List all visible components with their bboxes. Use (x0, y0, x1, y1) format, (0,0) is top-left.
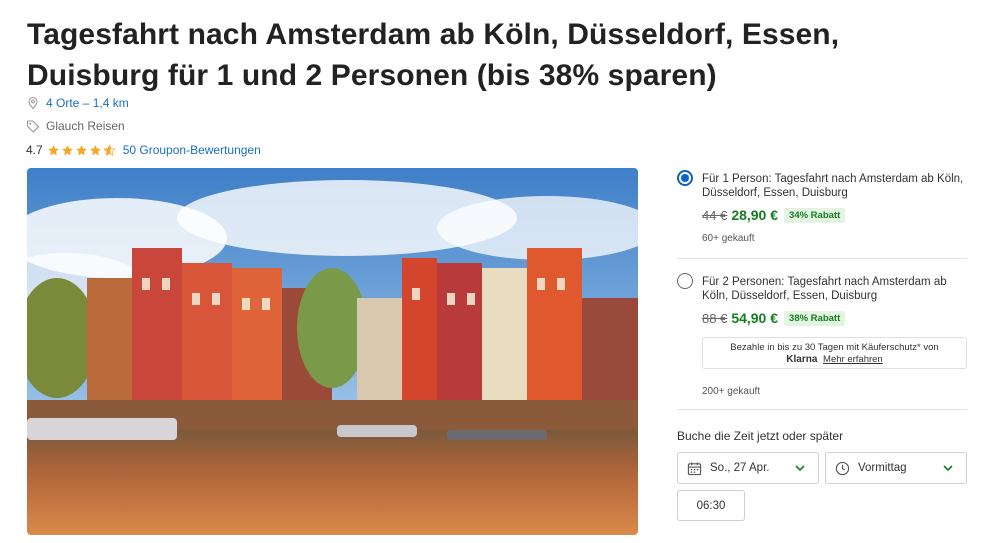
map-pin-icon (28, 96, 38, 110)
klarna-box: Bezahle in bis zu 30 Tagen mit Käufersch… (702, 337, 967, 369)
date-select[interactable]: So., 27 Apr. (677, 452, 819, 484)
chevron-down-icon (943, 465, 953, 472)
locations-link[interactable]: 4 Orte – 1,4 km (26, 96, 129, 110)
rating-row[interactable]: 4.7 50 Groupon-Bewertungen (26, 143, 261, 157)
price-row: 44 € 28,90 € 34% Rabatt (702, 207, 846, 223)
star-half-icon (102, 143, 116, 156)
locations-text: 4 Orte – 1,4 km (46, 96, 129, 110)
klarna-logo: Klarna (786, 354, 818, 365)
sold-count: 200+ gekauft (702, 386, 761, 397)
star-full-icon (47, 144, 59, 155)
old-price: 88 € (702, 310, 728, 326)
amsterdam-canal-image (27, 168, 638, 535)
sold-count: 60+ gekauft (702, 233, 755, 244)
klarna-more-link[interactable]: Mehr erfahren (823, 354, 883, 365)
time-slot-button[interactable]: 06:30 (677, 490, 745, 521)
rating-value: 4.7 (26, 143, 43, 157)
discount-badge: 34% Rabatt (784, 207, 846, 223)
merchant-name: Glauch Reisen (46, 119, 125, 133)
star-full-icon (89, 144, 101, 155)
new-price: 28,90 € (731, 207, 779, 223)
option-radio[interactable] (677, 273, 693, 289)
deal-photo[interactable] (27, 168, 638, 535)
booking-label: Buche die Zeit jetzt oder später (677, 429, 844, 443)
chevron-down-icon (795, 465, 805, 472)
options-panel: Für 1 Person: Tagesfahrt nach Amsterdam … (677, 166, 967, 521)
option-title: Für 2 Personen: Tagesfahrt nach Amsterda… (702, 276, 947, 302)
option-radio[interactable] (677, 170, 693, 186)
discount-badge: 38% Rabatt (784, 310, 846, 326)
period-select[interactable]: Vormittag (825, 452, 967, 484)
tag-icon (26, 120, 40, 133)
period-value: Vormittag (858, 462, 907, 474)
star-full-icon (61, 144, 73, 155)
old-price: 44 € (702, 207, 728, 223)
option-2-persons[interactable]: Für 2 Personen: Tagesfahrt nach Amsterda… (677, 269, 967, 410)
rating-stars (47, 143, 117, 157)
merchant-row: Glauch Reisen (26, 119, 125, 133)
reviews-link[interactable]: 50 Groupon-Bewertungen (123, 143, 261, 157)
option-title: Für 1 Person: Tagesfahrt nach Amsterdam … (702, 173, 964, 199)
clock-icon (835, 461, 850, 475)
deal-title: Tagesfahrt nach Amsterdam ab Köln, Düsse… (27, 18, 840, 92)
new-price: 54,90 € (731, 310, 779, 326)
option-1-person[interactable]: Für 1 Person: Tagesfahrt nach Amsterdam … (677, 166, 967, 259)
klarna-text: Bezahle in bis zu 30 Tagen mit Käufersch… (730, 342, 939, 353)
date-value: So., 27 Apr. (710, 462, 770, 474)
star-full-icon (75, 144, 87, 155)
price-row: 88 € 54,90 € 38% Rabatt (702, 310, 846, 326)
calendar-icon (687, 461, 702, 475)
